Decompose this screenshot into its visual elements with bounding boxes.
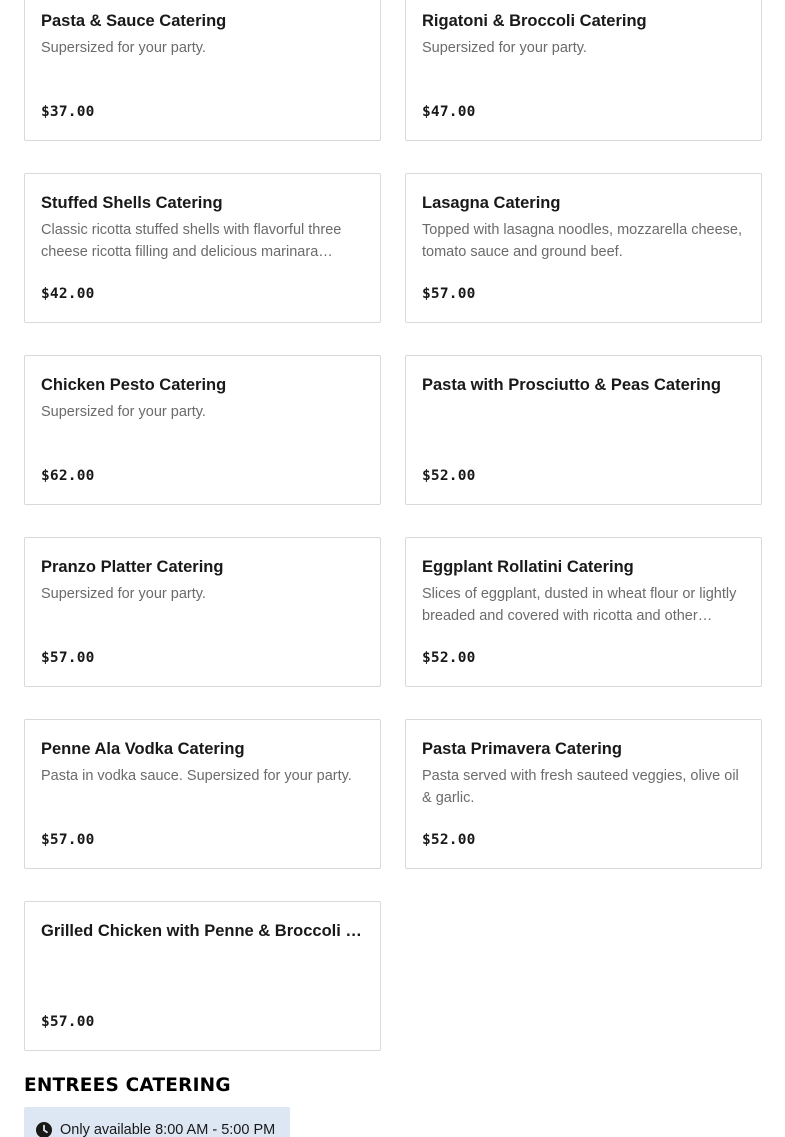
menu-item-price: $62.00 bbox=[41, 468, 95, 484]
menu-item-name: Pasta & Sauce Catering bbox=[41, 12, 227, 30]
menu-item-description: Supersized for your party. bbox=[422, 40, 587, 56]
menu-item-name: Pranzo Platter Catering bbox=[41, 558, 224, 576]
menu-item-card[interactable]: Lasagna Catering Topped with lasagna noo… bbox=[405, 173, 762, 323]
menu-item-price: $57.00 bbox=[422, 286, 476, 302]
availability-text: Only available 8:00 AM - 5:00 PM bbox=[60, 1122, 276, 1137]
menu-item-card[interactable]: Grilled Chicken with Penne & Broccoli Ca… bbox=[24, 901, 381, 1051]
menu-item-name: Rigatoni & Broccoli Catering bbox=[422, 12, 647, 30]
menu-item-name: Eggplant Rollatini Catering bbox=[422, 558, 634, 576]
menu-item-card[interactable]: Penne Ala Vodka Catering Pasta in vodka … bbox=[24, 719, 381, 869]
menu-item-card[interactable]: Stuffed Shells Catering Classic ricotta … bbox=[24, 173, 381, 323]
menu-item-card[interactable]: Pasta with Prosciutto & Peas Catering $5… bbox=[405, 355, 762, 505]
menu-item-name: Grilled Chicken with Penne & Broccoli Ca… bbox=[41, 922, 364, 940]
menu-item-description: Supersized for your party. bbox=[41, 404, 206, 420]
menu-item-name: Chicken Pesto Catering bbox=[41, 376, 227, 394]
menu-item-price: $52.00 bbox=[422, 468, 476, 484]
menu-item-price: $52.00 bbox=[422, 832, 476, 848]
section-heading: ENTREES CATERING bbox=[24, 1075, 231, 1096]
menu-item-price: $57.00 bbox=[41, 832, 95, 848]
menu-item-price: $42.00 bbox=[41, 286, 95, 302]
menu-item-price: $52.00 bbox=[422, 650, 476, 666]
clock-icon bbox=[36, 1122, 52, 1137]
menu-item-card[interactable]: Eggplant Rollatini Catering Slices of eg… bbox=[405, 537, 762, 687]
menu-item-price: $57.00 bbox=[41, 650, 95, 666]
menu-item-name: Pasta Primavera Catering bbox=[422, 740, 622, 758]
menu-item-card[interactable]: Pasta & Sauce Catering Supersized for yo… bbox=[24, 0, 381, 141]
menu-item-description: Slices of eggplant, dusted in wheat flou… bbox=[422, 586, 737, 624]
menu-item-description: Pasta in vodka sauce. Supersized for you… bbox=[41, 768, 352, 784]
menu-item-description: Supersized for your party. bbox=[41, 40, 206, 56]
menu-item-name: Penne Ala Vodka Catering bbox=[41, 740, 245, 758]
menu-item-name: Stuffed Shells Catering bbox=[41, 194, 223, 212]
menu-item-description: Pasta served with fresh sauteed veggies,… bbox=[422, 768, 739, 806]
availability-badge: Only available 8:00 AM - 5:00 PM bbox=[24, 1107, 290, 1137]
menu-item-description: Classic ricotta stuffed shells with flav… bbox=[41, 222, 342, 260]
menu-item-name: Lasagna Catering bbox=[422, 194, 561, 212]
menu-item-description: Topped with lasagna noodles, mozzarella … bbox=[422, 222, 743, 260]
menu-item-card[interactable]: Rigatoni & Broccoli Catering Supersized … bbox=[405, 0, 762, 141]
menu-item-card[interactable]: Pranzo Platter Catering Supersized for y… bbox=[24, 537, 381, 687]
menu-item-card[interactable]: Pasta Primavera Catering Pasta served wi… bbox=[405, 719, 762, 869]
menu-item-price: $57.00 bbox=[41, 1014, 95, 1030]
menu-item-card[interactable]: Chicken Pesto Catering Supersized for yo… bbox=[24, 355, 381, 505]
menu-item-price: $47.00 bbox=[422, 104, 476, 120]
menu-item-description: Supersized for your party. bbox=[41, 586, 206, 602]
menu-item-price: $37.00 bbox=[41, 104, 95, 120]
menu-item-name: Pasta with Prosciutto & Peas Catering bbox=[422, 376, 721, 394]
